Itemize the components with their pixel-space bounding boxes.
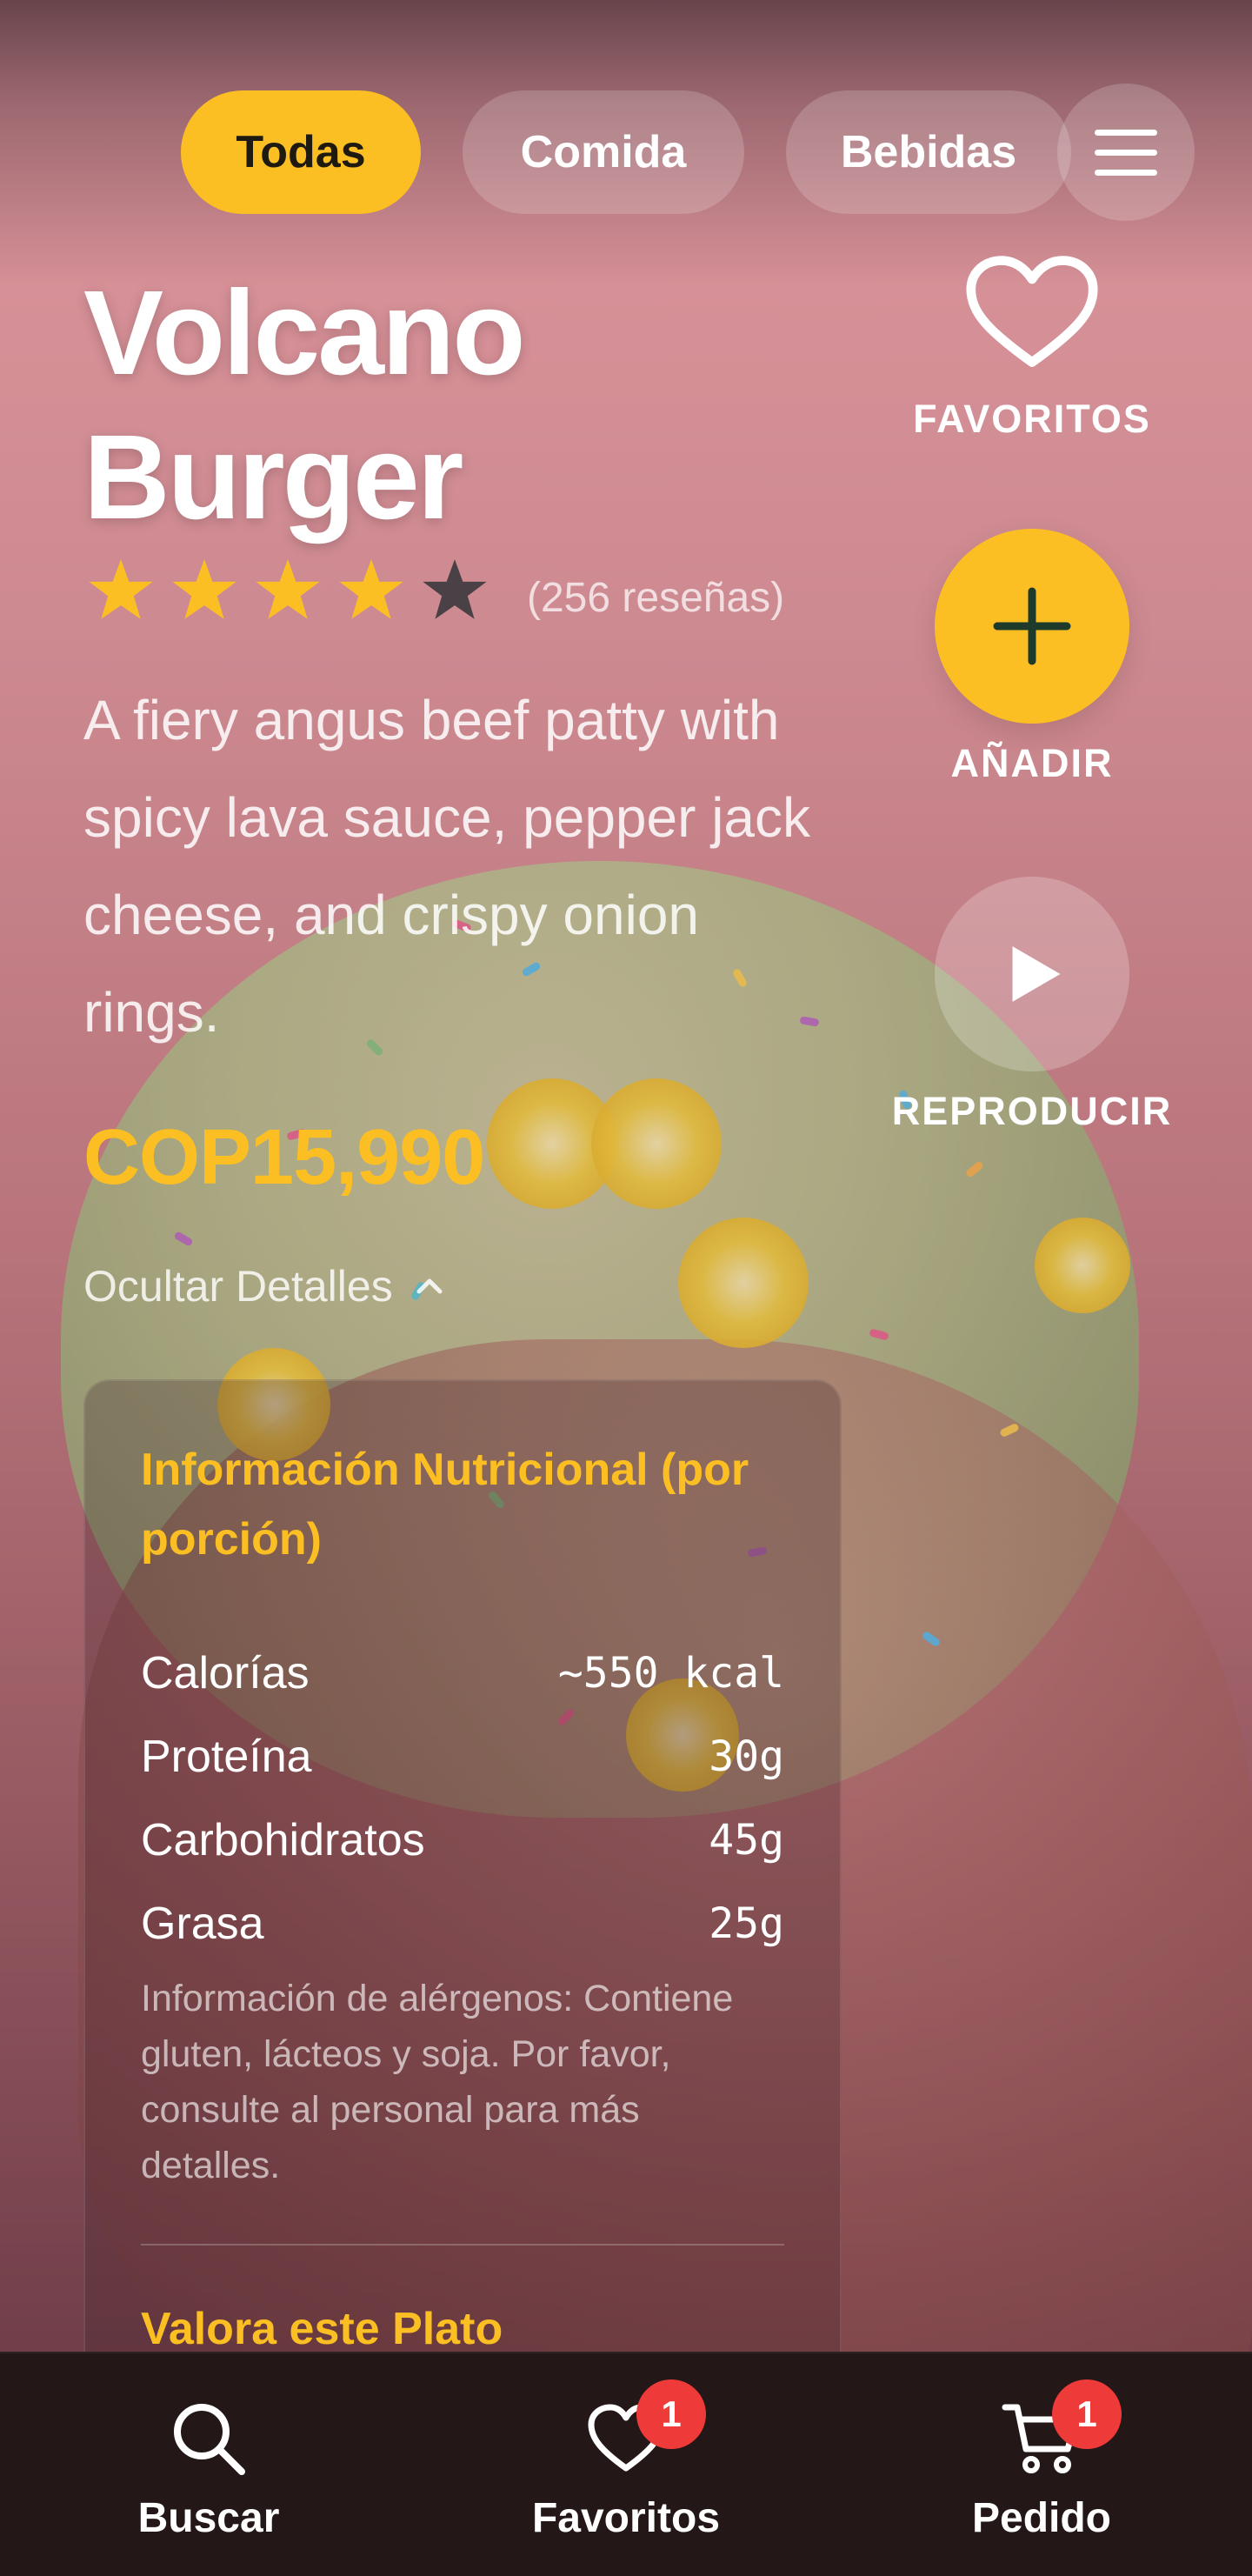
toggle-details-button[interactable]: Ocultar Detalles (83, 1261, 447, 1311)
play-icon (1012, 946, 1061, 1002)
add-label: AÑADIR (950, 741, 1114, 785)
divider (141, 2244, 784, 2246)
nutrition-value: ~550 kcal (557, 1649, 784, 1698)
nutrition-row: Grasa 25g (141, 1889, 784, 1959)
menu-button[interactable] (1057, 83, 1195, 221)
play-action[interactable]: REPRODUCIR (869, 877, 1195, 1134)
play-button[interactable] (935, 877, 1129, 1071)
rate-dish-title: Valora este Plato (141, 2304, 503, 2354)
add-button[interactable] (935, 529, 1129, 724)
nutrition-title: Información Nutricional (por porción) (141, 1445, 749, 1565)
play-label: REPRODUCIR (891, 1089, 1173, 1133)
plus-icon (993, 587, 1071, 665)
tab-bebidas[interactable]: Bebidas (786, 90, 1071, 214)
nav-label: Buscar (137, 2495, 280, 2541)
star-filled-icon (89, 559, 153, 619)
tab-todas[interactable]: Todas (181, 90, 421, 214)
add-action[interactable]: AÑADIR (896, 529, 1169, 786)
star-empty-icon (423, 559, 487, 619)
favorites-badge: 1 (636, 2379, 706, 2449)
star-filled-icon (256, 559, 320, 619)
details-card: Información Nutricional (por porción) Ca… (83, 1379, 842, 2461)
chevron-up-icon (416, 1278, 443, 1294)
nutrition-row: Proteína 30g (141, 1722, 784, 1792)
tab-comida[interactable]: Comida (463, 90, 744, 214)
nutrition-value: 30g (709, 1732, 784, 1781)
nutrition-row: Carbohidratos 45g (141, 1805, 784, 1875)
nav-label: Pedido (971, 2495, 1111, 2541)
nutrition-value: 45g (709, 1816, 784, 1865)
nutrition-value: 25g (709, 1899, 784, 1948)
rating-stars (87, 557, 489, 624)
product-description: A fiery angus beef patty with spicy lava… (83, 689, 810, 1044)
nutrition-label: Carbohidratos (141, 1815, 425, 1865)
nutrition-row: Calorías ~550 kcal (141, 1638, 784, 1708)
nav-favoritos[interactable]: 1 Favoritos (487, 2353, 765, 2576)
hamburger-menu-icon (1095, 129, 1157, 136)
nutrition-label: Calorías (141, 1648, 310, 1698)
nav-label: Favoritos (531, 2495, 721, 2541)
nutrition-label: Proteína (141, 1732, 312, 1782)
review-count[interactable]: (256 reseñas) (527, 574, 784, 622)
star-filled-icon (339, 559, 403, 619)
heart-icon: 1 (586, 2379, 706, 2479)
nav-buscar[interactable]: Buscar (70, 2353, 348, 2576)
cart-badge: 1 (1052, 2379, 1122, 2449)
search-icon (169, 2399, 249, 2479)
product-title: Volcano Burger (83, 266, 526, 544)
nav-pedido[interactable]: 1 Pedido (902, 2353, 1181, 2576)
star-filled-icon (172, 559, 236, 619)
toggle-details-label: Ocultar Detalles (83, 1262, 393, 1311)
nutrition-label: Grasa (141, 1899, 264, 1949)
bottom-nav: Buscar 1 Favoritos 1 Pedido (0, 2352, 1252, 2576)
product-price: COP15,990 (83, 1114, 485, 1201)
favorites-action[interactable]: FAVORITOS (896, 252, 1169, 442)
heart-outline-icon (966, 256, 1098, 367)
cart-icon: 1 (1002, 2379, 1122, 2479)
favorites-label: FAVORITOS (913, 397, 1151, 441)
allergen-info: Información de alérgenos: Contiene glute… (141, 1978, 734, 2186)
